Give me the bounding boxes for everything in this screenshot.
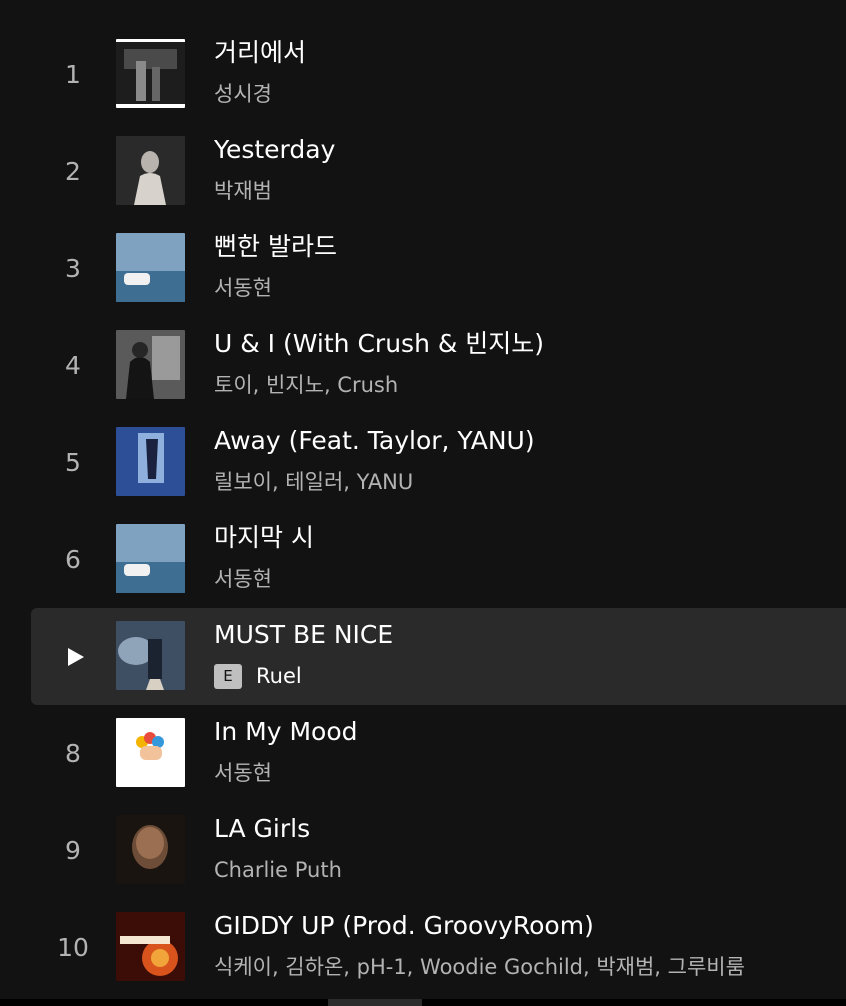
bottom-bar-thumbnail <box>328 999 422 1006</box>
track-artist[interactable]: 박재범 <box>214 176 272 206</box>
artist-line: 식케이, 김하온, pH-1, Woodie Gochild, 박재범, 그루비… <box>214 952 745 982</box>
artist-line: Charlie Puth <box>214 855 342 885</box>
artist-line: E Ruel <box>214 661 302 691</box>
track-row[interactable]: 1 거리에서 성시경 <box>31 26 846 123</box>
artist-line: 서동현 <box>214 273 272 303</box>
track-artist[interactable]: 토이, 빈지노, Crush <box>214 370 398 400</box>
track-artist[interactable]: Ruel <box>256 661 302 691</box>
album-cover[interactable] <box>116 912 185 981</box>
album-cover[interactable] <box>116 815 185 884</box>
track-title[interactable]: LA Girls <box>214 813 310 845</box>
track-artist[interactable]: 서동현 <box>214 758 272 788</box>
track-artist[interactable]: 릴보이, 테일러, YANU <box>214 467 413 497</box>
track-title[interactable]: U & I (With Crush & 빈지노) <box>214 328 544 360</box>
track-title[interactable]: MUST BE NICE <box>214 619 393 651</box>
artist-line: 서동현 <box>214 758 272 788</box>
track-artist[interactable]: 식케이, 김하온, pH-1, Woodie Gochild, 박재범, 그루비… <box>214 952 745 982</box>
artist-line: 토이, 빈지노, Crush <box>214 370 398 400</box>
track-title[interactable]: Away (Feat. Taylor, YANU) <box>214 425 535 457</box>
album-cover[interactable] <box>116 330 185 399</box>
track-row[interactable]: 4 U & I (With Crush & 빈지노) 토이, 빈지노, Crus… <box>31 317 846 414</box>
track-number: 8 <box>65 739 81 768</box>
track-title[interactable]: 마지막 시 <box>214 522 314 554</box>
track-row[interactable]: 3 뻔한 발라드 서동현 <box>31 220 846 317</box>
album-cover[interactable] <box>116 136 185 205</box>
artist-line: 릴보이, 테일러, YANU <box>214 467 413 497</box>
track-title[interactable]: GIDDY UP (Prod. GroovyRoom) <box>214 910 594 942</box>
album-cover[interactable] <box>116 718 185 787</box>
track-row[interactable]: 9 LA Girls Charlie Puth <box>31 802 846 899</box>
track-number: 10 <box>57 933 89 962</box>
play-icon[interactable] <box>64 646 86 668</box>
track-number: 1 <box>65 60 81 89</box>
track-number: 9 <box>65 836 81 865</box>
album-cover[interactable] <box>116 427 185 496</box>
track-artist[interactable]: Charlie Puth <box>214 855 342 885</box>
track-number: 5 <box>65 448 81 477</box>
track-row[interactable]: 10 GIDDY UP (Prod. GroovyRoom) 식케이, 김하온,… <box>31 899 846 996</box>
artist-line: 성시경 <box>214 79 272 109</box>
track-title[interactable]: 거리에서 <box>214 37 306 69</box>
explicit-badge: E <box>214 663 242 689</box>
track-number: 6 <box>65 545 81 574</box>
track-artist[interactable]: 서동현 <box>214 273 272 303</box>
track-number: 2 <box>65 157 81 186</box>
track-row[interactable]: 8 In My Mood 서동현 <box>31 705 846 802</box>
track-title[interactable]: Yesterday <box>214 134 335 166</box>
track-title[interactable]: 뻔한 발라드 <box>214 231 337 263</box>
track-row[interactable]: 2 Yesterday 박재범 <box>31 123 846 220</box>
track-number: 3 <box>65 254 81 283</box>
track-artist[interactable]: 성시경 <box>214 79 272 109</box>
track-row[interactable]: 6 마지막 시 서동현 <box>31 511 846 608</box>
track-row[interactable]: 5 Away (Feat. Taylor, YANU) 릴보이, 테일러, YA… <box>31 414 846 511</box>
track-number: 4 <box>65 351 81 380</box>
track-title[interactable]: In My Mood <box>214 716 358 748</box>
bottom-bar <box>0 999 846 1006</box>
album-cover[interactable] <box>116 621 185 690</box>
album-cover[interactable] <box>116 39 185 108</box>
artist-line: 박재범 <box>214 176 272 206</box>
track-list: 1 거리에서 성시경 2 Yesterday 박재범 3 뻔한 발라드 서동현 … <box>0 26 846 1000</box>
artist-line: 서동현 <box>214 564 272 594</box>
album-cover[interactable] <box>116 524 185 593</box>
album-cover[interactable] <box>116 233 185 302</box>
track-row-active[interactable]: MUST BE NICE E Ruel <box>31 608 846 705</box>
track-artist[interactable]: 서동현 <box>214 564 272 594</box>
